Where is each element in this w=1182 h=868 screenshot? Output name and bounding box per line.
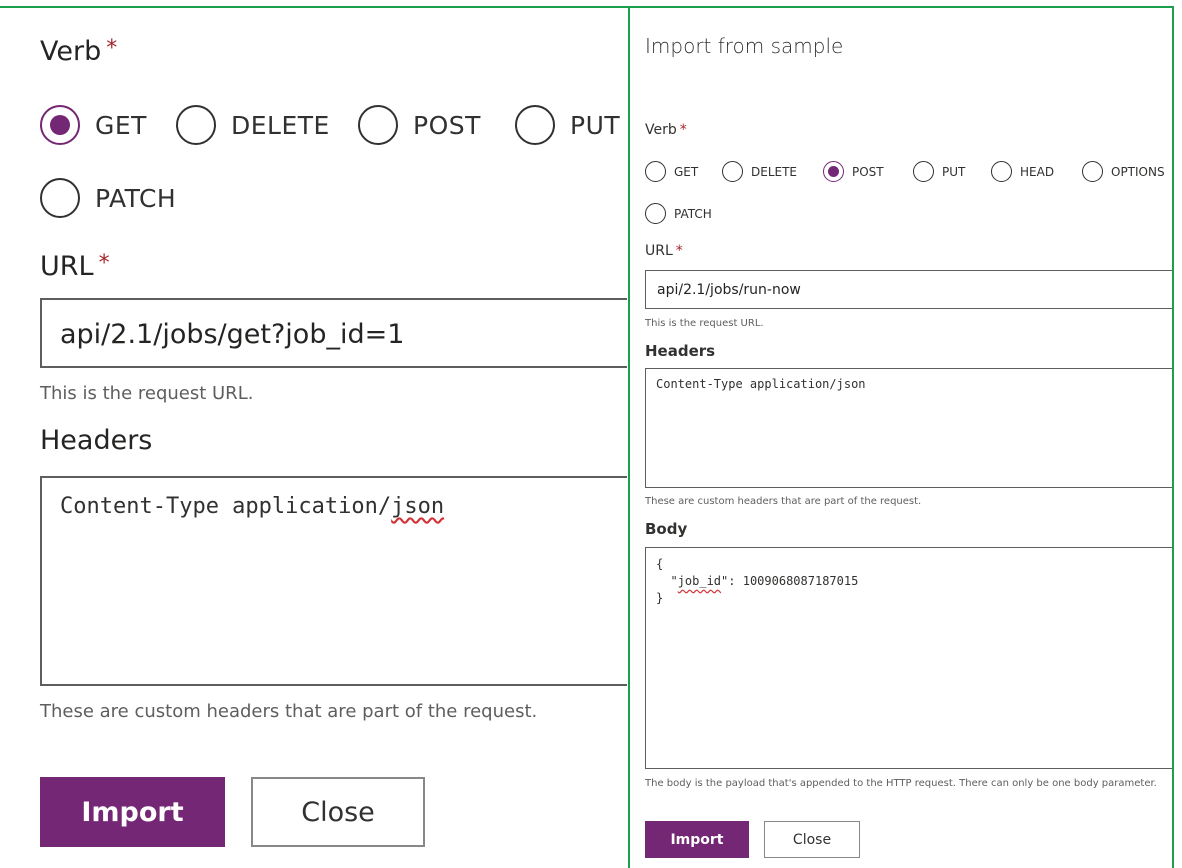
close-button[interactable]: Close [251,777,425,847]
radio-unselected-icon [358,105,398,145]
import-button[interactable]: Import [645,821,749,858]
radio-get[interactable]: GET [645,161,698,182]
radio-unselected-icon [1082,161,1103,182]
radio-options[interactable]: OPTIONS [1082,161,1165,182]
radio-unselected-icon [722,161,743,182]
headers-textarea[interactable]: Content-Type application/json [40,476,627,686]
zoomed-import-panel: Verb * GET DELETE POST PUT PATCH URL * api… [0,0,627,868]
body-label: Body [645,520,688,538]
radio-unselected-icon [40,178,80,218]
url-hint: This is the request URL. [645,318,764,329]
import-button[interactable]: Import [40,777,225,847]
headers-label: Headers [40,425,153,456]
close-button[interactable]: Close [764,821,860,858]
url-label: URL * [645,243,683,259]
frame-right-border [1172,6,1174,868]
body-hint: The body is the payload that's appended … [645,778,1157,789]
radio-unselected-icon [645,161,666,182]
headers-hint: These are custom headers that are part o… [645,496,922,507]
radio-patch[interactable]: PATCH [645,203,712,224]
radio-unselected-icon [515,105,555,145]
radio-unselected-icon [645,203,666,224]
import-from-sample-dialog: Import from sample Verb * GET DELETE POST… [630,8,1172,868]
radio-unselected-icon [176,105,216,145]
verb-label: Verb * [40,36,118,67]
url-hint: This is the request URL. [40,383,254,404]
headers-textarea[interactable]: Content-Type application/json [645,368,1172,488]
radio-post[interactable]: POST [358,105,481,145]
url-input[interactable]: api/2.1/jobs/get?job_id=1 [40,298,627,368]
radio-put[interactable]: PUT [515,105,620,145]
radio-head[interactable]: HEAD [991,161,1054,182]
radio-delete[interactable]: DELETE [722,161,797,182]
radio-put[interactable]: PUT [913,161,965,182]
headers-label: Headers [645,342,716,360]
radio-delete[interactable]: DELETE [176,105,330,145]
dialog-title: Import from sample [645,34,844,58]
radio-selected-icon [823,161,844,182]
radio-unselected-icon [913,161,934,182]
url-label: URL * [40,251,110,282]
radio-get[interactable]: GET [40,105,147,145]
radio-unselected-icon [991,161,1012,182]
verb-label: Verb * [645,122,687,138]
url-input[interactable]: api/2.1/jobs/run-now [645,270,1172,309]
body-textarea[interactable]: { "job_id": 1009068087187015 } [645,547,1172,769]
radio-post[interactable]: POST [823,161,884,182]
headers-hint: These are custom headers that are part o… [40,701,538,722]
radio-selected-icon [40,105,80,145]
radio-patch[interactable]: PATCH [40,178,176,218]
